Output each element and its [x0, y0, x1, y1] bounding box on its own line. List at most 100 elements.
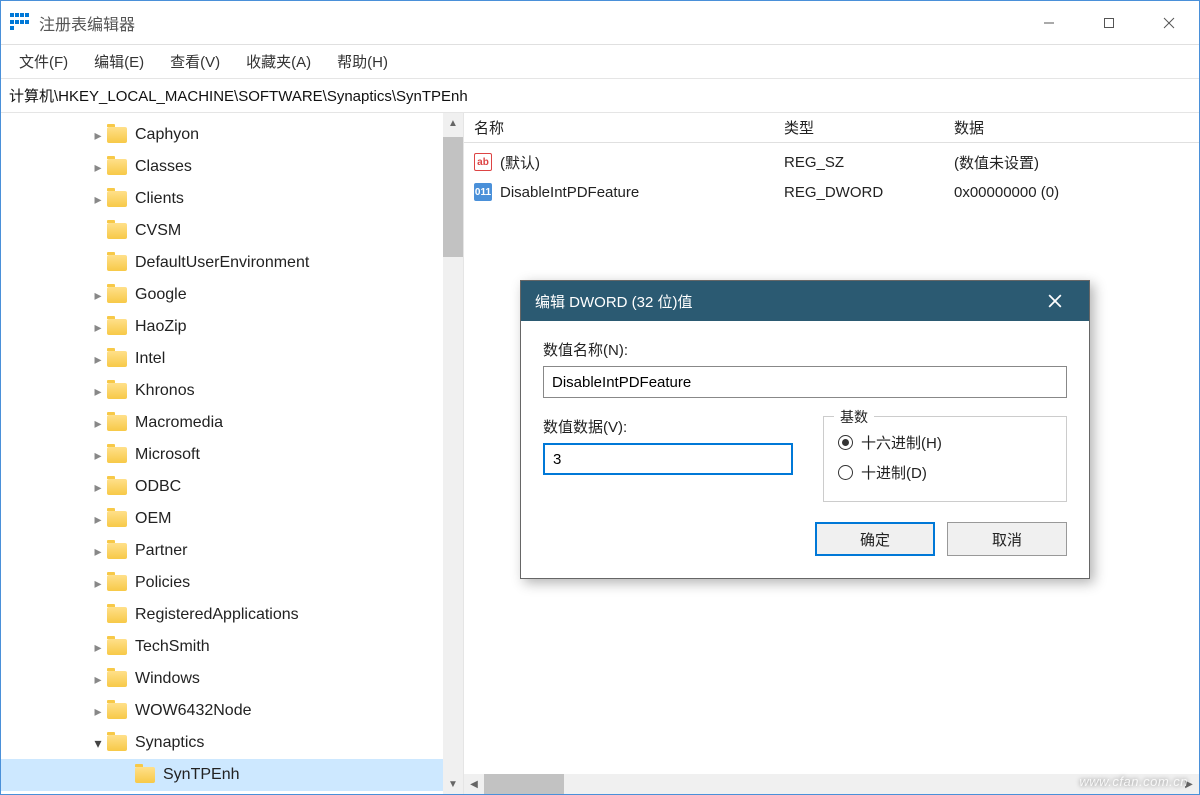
chevron-icon[interactable] — [89, 119, 107, 152]
tree-item-google[interactable]: Google — [1, 279, 443, 311]
folder-icon — [107, 447, 127, 463]
addressbar[interactable]: 计算机\HKEY_LOCAL_MACHINE\SOFTWARE\Synaptic… — [1, 79, 1199, 113]
chevron-icon[interactable] — [89, 663, 107, 696]
tree-item-label: SynTPEnh — [163, 759, 239, 791]
scroll-up-icon[interactable]: ▲ — [443, 113, 463, 133]
list-header: 名称 类型 数据 — [464, 113, 1199, 143]
maximize-button[interactable] — [1079, 1, 1139, 44]
value-name-label: 数值名称(N): — [543, 339, 1067, 360]
folder-icon — [107, 415, 127, 431]
list-row[interactable]: 011DisableIntPDFeatureREG_DWORD0x0000000… — [474, 177, 1199, 207]
folder-icon — [107, 479, 127, 495]
folder-icon — [107, 127, 127, 143]
radio-dec[interactable]: 十进制(D) — [838, 457, 1052, 487]
tree-item-intel[interactable]: Intel — [1, 343, 443, 375]
folder-icon — [107, 383, 127, 399]
scroll-down-icon[interactable]: ▼ — [443, 774, 463, 794]
tree-vscrollbar[interactable]: ▲ ▼ — [443, 113, 463, 794]
menu-edit[interactable]: 编辑(E) — [84, 47, 154, 76]
folder-icon — [107, 255, 127, 271]
value-name-input[interactable] — [543, 366, 1067, 398]
chevron-icon[interactable] — [89, 503, 107, 536]
tree-item-synaptics[interactable]: Synaptics — [1, 727, 443, 759]
radio-hex[interactable]: 十六进制(H) — [838, 427, 1052, 457]
value-data-label: 数值数据(V): — [543, 416, 793, 437]
chevron-icon[interactable] — [89, 439, 107, 472]
tree-item-haozip[interactable]: HaoZip — [1, 311, 443, 343]
chevron-icon[interactable] — [89, 567, 107, 600]
close-button[interactable] — [1139, 1, 1199, 44]
tree-item-macromedia[interactable]: Macromedia — [1, 407, 443, 439]
folder-icon — [107, 543, 127, 559]
tree-item-techsmith[interactable]: TechSmith — [1, 631, 443, 663]
scroll-left-icon[interactable]: ◀ — [464, 774, 484, 794]
list-row[interactable]: ab(默认)REG_SZ(数值未设置) — [474, 147, 1199, 177]
tree-item-label: Policies — [135, 567, 190, 599]
tree-item-partner[interactable]: Partner — [1, 535, 443, 567]
tree-item-cvsm[interactable]: CVSM — [1, 215, 443, 247]
minimize-button[interactable] — [1019, 1, 1079, 44]
chevron-icon[interactable] — [89, 311, 107, 344]
tree-item-system[interactable]: SYSTEM — [1, 791, 443, 794]
tree-item-khronos[interactable]: Khronos — [1, 375, 443, 407]
chevron-icon[interactable] — [89, 183, 107, 216]
tree-item-policies[interactable]: Policies — [1, 567, 443, 599]
col-data-header[interactable]: 数据 — [954, 117, 1199, 138]
value-data: 0x00000000 (0) — [954, 184, 1199, 201]
tree-item-oem[interactable]: OEM — [1, 503, 443, 535]
tree-item-caphyon[interactable]: Caphyon — [1, 119, 443, 151]
scroll-thumb[interactable] — [443, 137, 463, 257]
dialog-body: 数值名称(N): 数值数据(V): 基数 十六进制(H) 十进制(D) — [521, 321, 1089, 578]
value-data-input[interactable] — [543, 443, 793, 475]
radio-hex-label: 十六进制(H) — [861, 432, 942, 453]
tree-item-classes[interactable]: Classes — [1, 151, 443, 183]
value-name: DisableIntPDFeature — [500, 184, 639, 201]
string-value-icon: ab — [474, 153, 492, 171]
dialog-titlebar[interactable]: 编辑 DWORD (32 位)值 — [521, 281, 1089, 321]
chevron-icon[interactable] — [89, 343, 107, 376]
menu-view[interactable]: 查看(V) — [160, 47, 230, 76]
folder-icon — [107, 607, 127, 623]
chevron-icon[interactable] — [89, 727, 107, 760]
dialog-title: 编辑 DWORD (32 位)值 — [535, 291, 1035, 312]
menu-favorites[interactable]: 收藏夹(A) — [236, 47, 321, 76]
chevron-icon[interactable] — [21, 791, 39, 795]
tree-item-wow6432node[interactable]: WOW6432Node — [1, 695, 443, 727]
chevron-icon[interactable] — [89, 471, 107, 504]
menu-file[interactable]: 文件(F) — [9, 47, 78, 76]
value-name: (默认) — [500, 152, 540, 173]
chevron-icon[interactable] — [89, 631, 107, 664]
scroll-track[interactable] — [443, 257, 463, 774]
col-type-header[interactable]: 类型 — [784, 117, 954, 138]
tree-item-odbc[interactable]: ODBC — [1, 471, 443, 503]
ok-button[interactable]: 确定 — [815, 522, 935, 556]
tree-item-windows[interactable]: Windows — [1, 663, 443, 695]
folder-icon — [107, 639, 127, 655]
dialog-close-button[interactable] — [1035, 281, 1075, 321]
tree-item-defaultuserenvironment[interactable]: DefaultUserEnvironment — [1, 247, 443, 279]
menu-help[interactable]: 帮助(H) — [327, 47, 398, 76]
chevron-icon[interactable] — [89, 151, 107, 184]
titlebar: 注册表编辑器 — [1, 1, 1199, 45]
col-name-header[interactable]: 名称 — [474, 117, 784, 138]
tree-item-registeredapplications[interactable]: RegisteredApplications — [1, 599, 443, 631]
edit-dword-dialog: 编辑 DWORD (32 位)值 数值名称(N): 数值数据(V): 基数 十六… — [520, 280, 1090, 579]
tree-item-microsoft[interactable]: Microsoft — [1, 439, 443, 471]
chevron-icon[interactable] — [89, 407, 107, 440]
cancel-button[interactable]: 取消 — [947, 522, 1067, 556]
window-title: 注册表编辑器 — [39, 11, 1019, 35]
chevron-icon[interactable] — [89, 375, 107, 408]
chevron-icon[interactable] — [89, 695, 107, 728]
tree-item-label: HaoZip — [135, 311, 187, 343]
tree-item-syntpenh[interactable]: SynTPEnh — [1, 759, 443, 791]
tree-item-clients[interactable]: Clients — [1, 183, 443, 215]
tree-scroll[interactable]: CaphyonClassesClientsCVSMDefaultUserEnvi… — [1, 113, 443, 794]
chevron-icon[interactable] — [89, 535, 107, 568]
folder-icon — [107, 319, 127, 335]
folder-icon — [107, 159, 127, 175]
hscroll-thumb[interactable] — [484, 774, 564, 794]
tree-item-label: Macromedia — [135, 407, 223, 439]
chevron-icon[interactable] — [89, 279, 107, 312]
folder-icon — [107, 351, 127, 367]
folder-icon — [107, 287, 127, 303]
